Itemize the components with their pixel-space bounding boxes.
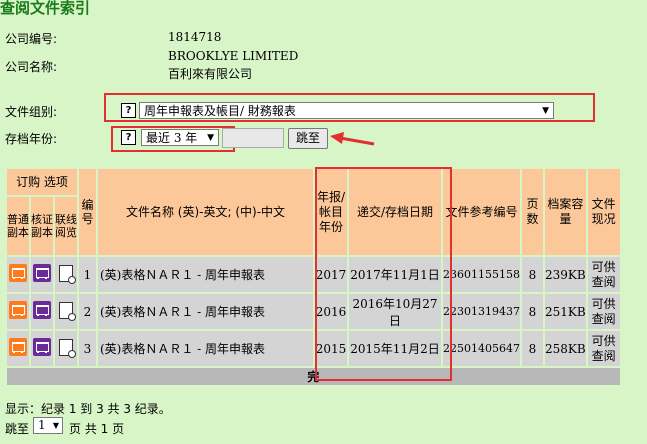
row-num: 2: [79, 294, 96, 329]
doc-group-value: 周年申報表及帳目/ 財務報表: [144, 104, 296, 118]
row-size: 251KB: [544, 294, 586, 329]
row-num: 3: [79, 331, 96, 366]
company-name-zh: 百利來有限公司: [168, 67, 253, 81]
annotation-box-dates: [315, 167, 452, 381]
row-doc-name: (英)表格ＮＡＲ１ - 周年申報表: [98, 331, 313, 366]
chevron-down-icon: ▼: [542, 106, 549, 116]
cart-icon[interactable]: [9, 301, 27, 319]
page-select[interactable]: 1 ▼: [33, 417, 63, 434]
header-order-online: 联线阅览: [55, 197, 77, 255]
row-pages: 8: [521, 257, 543, 292]
view-document-icon[interactable]: [59, 301, 76, 321]
page-total: 页 共 1 页: [69, 422, 125, 436]
company-name-label: 公司名称:: [5, 60, 58, 74]
header-order-normal: 普通副本: [7, 197, 29, 255]
year-value: 最近 3 年: [146, 131, 198, 145]
row-ref: 23601155158: [443, 257, 520, 292]
company-name-en: BROOKLYE LIMITED: [168, 49, 299, 63]
year-select[interactable]: 最近 3 年 ▼: [141, 129, 219, 146]
table-row: 1 (英)表格ＮＡＲ１ - 周年申報表 2017 2017年11月1日 2360…: [7, 257, 620, 292]
document-table: 订购 选项 编号 文件名称 (英)-英文; (中)-中文 年报/帐目年份 递交/…: [5, 167, 622, 387]
chevron-down-icon: ▼: [52, 421, 59, 430]
row-size: 258KB: [544, 331, 586, 366]
help-icon-year[interactable]: ?: [121, 130, 136, 145]
table-row: 2 (英)表格ＮＡＲ１ - 周年申報表 2016 2016年10月27日 223…: [7, 294, 620, 329]
jump-button[interactable]: 跳至: [288, 128, 328, 149]
row-status: 可供查阅: [587, 257, 620, 292]
view-document-icon[interactable]: [59, 264, 76, 284]
row-size: 239KB: [544, 257, 586, 292]
row-doc-name: (英)表格ＮＡＲ１ - 周年申報表: [98, 257, 313, 292]
row-ref: 22301319437: [443, 294, 520, 329]
page-title: 查阅文件索引: [0, 0, 91, 17]
company-number-label: 公司编号:: [5, 32, 58, 46]
row-ref: 22501405647: [443, 331, 520, 366]
table-end-marker: 完: [7, 368, 620, 385]
row-pages: 8: [521, 294, 543, 329]
page-select-value: 1: [38, 418, 46, 432]
header-status: 文件现况: [587, 169, 620, 255]
row-num: 1: [79, 257, 96, 292]
year-label: 存档年份:: [5, 132, 58, 146]
record-summary: 显示：纪录 1 到 3 共 3 纪录。: [5, 402, 171, 416]
chevron-down-icon: ▼: [207, 133, 214, 143]
company-number-value: 1814718: [168, 30, 222, 44]
cart-icon[interactable]: [9, 338, 27, 356]
cart-icon[interactable]: [9, 264, 27, 282]
row-pages: 8: [521, 331, 543, 366]
row-status: 可供查阅: [587, 294, 620, 329]
header-order-certified: 核证副本: [31, 197, 53, 255]
cart-icon[interactable]: [33, 338, 51, 356]
doc-group-label: 文件组别:: [5, 105, 58, 119]
row-doc-name: (英)表格ＮＡＲ１ - 周年申報表: [98, 294, 313, 329]
view-document-icon[interactable]: [59, 338, 76, 358]
cart-icon[interactable]: [33, 301, 51, 319]
row-status: 可供查阅: [587, 331, 620, 366]
header-order: 订购 选项: [7, 169, 77, 195]
year-text-input[interactable]: [222, 128, 284, 148]
cart-icon[interactable]: [33, 264, 51, 282]
header-pages: 页数: [521, 169, 543, 255]
header-size: 档案容量: [544, 169, 586, 255]
annotation-arrow: [330, 132, 375, 146]
header-num: 编号: [79, 169, 96, 255]
doc-group-select[interactable]: 周年申報表及帳目/ 財務報表 ▼: [139, 102, 554, 119]
page-jump-label: 跳至: [5, 422, 30, 436]
table-row: 3 (英)表格ＮＡＲ１ - 周年申報表 2015 2015年11月2日 2250…: [7, 331, 620, 366]
help-icon[interactable]: ?: [121, 103, 136, 118]
header-ref: 文件参考编号: [443, 169, 520, 255]
header-doc-name: 文件名称 (英)-英文; (中)-中文: [98, 169, 313, 255]
